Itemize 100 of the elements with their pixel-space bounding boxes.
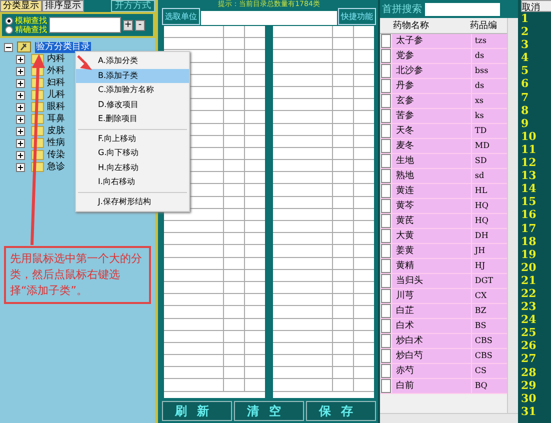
tree-item[interactable]: 外科	[47, 66, 65, 76]
row-checkbox[interactable]	[381, 139, 391, 153]
search-field[interactable]	[49, 17, 121, 33]
tree-item[interactable]: 妇科	[47, 78, 65, 88]
tree-toggle-icon[interactable]	[16, 102, 25, 112]
column-header[interactable]: 药物名称	[389, 19, 470, 32]
menu-item[interactable]: C.添加验方名称	[76, 83, 189, 98]
tree-toggle-icon[interactable]	[16, 162, 25, 172]
row-checkbox[interactable]	[381, 349, 391, 363]
row-checkbox[interactable]	[381, 229, 391, 243]
tree-item[interactable]: 性病	[47, 138, 65, 148]
search-label: 首拼搜索	[382, 2, 422, 16]
tree-toggle-icon[interactable]	[16, 114, 25, 124]
tree-item[interactable]: 儿科	[47, 90, 65, 100]
folder-tools-icon	[17, 41, 31, 53]
row-checkbox[interactable]	[381, 274, 391, 288]
row-checkbox[interactable]	[381, 319, 391, 333]
table-cell: CBS	[472, 349, 508, 363]
row-checkbox[interactable]	[381, 94, 391, 108]
prescription-mode-button[interactable]: 开方方式	[111, 0, 155, 12]
line-number: 14	[521, 182, 538, 196]
row-checkbox[interactable]	[381, 379, 391, 393]
tree-toggle-icon[interactable]	[16, 66, 25, 76]
menu-item[interactable]: A.添加分类	[76, 54, 189, 68]
expand-collapse-button[interactable]: +	[123, 20, 133, 30]
row-checkbox[interactable]	[381, 304, 391, 318]
table-cell: BS	[472, 319, 508, 333]
line-number: 31	[521, 404, 538, 418]
row-checkbox[interactable]	[381, 124, 391, 138]
radio-label: 模糊查找	[15, 16, 47, 25]
pinyin-search-field[interactable]	[425, 2, 500, 16]
tree-item[interactable]: 眼科	[47, 102, 65, 112]
menu-item[interactable]: H.向左移动	[76, 160, 189, 175]
row-checkbox[interactable]	[381, 79, 391, 93]
annotation-note: 先用鼠标选中第一个大的分类，然后点鼠标右键选择“添加子类”。	[4, 246, 151, 304]
unit-field[interactable]	[201, 11, 337, 25]
action-button[interactable]: 刷新	[162, 401, 232, 421]
row-checkbox[interactable]	[381, 64, 391, 78]
expand-collapse-button[interactable]: -	[135, 20, 145, 30]
tree-item[interactable]: 急诊	[47, 162, 65, 172]
table-cell: BQ	[472, 379, 508, 393]
action-button[interactable]: 清空	[234, 401, 304, 421]
table-cell: 炒白术	[392, 334, 472, 348]
action-button[interactable]: 保存	[306, 401, 376, 421]
row-checkbox[interactable]	[381, 244, 391, 258]
tree-item[interactable]: 耳鼻	[47, 114, 65, 124]
tree-toggle-icon[interactable]	[16, 150, 25, 160]
row-checkbox[interactable]	[381, 34, 391, 48]
select-unit-button[interactable]: 选取单位	[162, 8, 200, 25]
radio-button[interactable]	[5, 26, 13, 34]
menu-item[interactable]: D.修改项目	[76, 98, 189, 112]
table-cell: 熟地	[392, 169, 472, 183]
cancel-button[interactable]: 取消	[521, 0, 551, 12]
menu-item[interactable]: G.向下移动	[76, 146, 189, 160]
row-checkbox[interactable]	[381, 169, 391, 183]
table-cell: 丹参	[392, 79, 472, 93]
tree-item[interactable]: 皮肤	[47, 126, 65, 136]
row-checkbox[interactable]	[381, 259, 391, 273]
row-checkbox[interactable]	[381, 199, 391, 213]
shortcut-button[interactable]: 快捷功能	[338, 8, 376, 25]
tree-toggle-icon[interactable]	[16, 90, 25, 100]
tree-item[interactable]: 验方分类目录	[35, 42, 91, 52]
line-number: 26	[521, 339, 538, 352]
line-number: 8	[521, 104, 530, 117]
table-cell: DH	[472, 229, 508, 243]
line-number: 6	[521, 77, 530, 91]
table-cell: 北沙参	[392, 64, 472, 78]
tree-toggle-icon[interactable]	[16, 78, 25, 88]
row-checkbox[interactable]	[381, 109, 391, 123]
row-checkbox[interactable]	[381, 49, 391, 63]
tree-toggle-icon[interactable]	[16, 54, 25, 64]
row-checkbox[interactable]	[381, 154, 391, 168]
row-checkbox[interactable]	[381, 184, 391, 198]
table-cell: 黄芪	[392, 214, 472, 228]
tree-toggle-icon[interactable]	[4, 42, 13, 52]
tab[interactable]: 分类显示	[0, 0, 42, 12]
row-checkbox[interactable]	[381, 214, 391, 228]
tree-item[interactable]: 传染	[47, 150, 65, 160]
line-number: 24	[521, 313, 538, 326]
table-cell: ds	[472, 49, 508, 63]
tab[interactable]: 排序显示	[42, 0, 84, 12]
menu-item[interactable]: J.保存树形结构	[76, 194, 189, 209]
tree-item[interactable]: 内科	[47, 54, 65, 64]
menu-item[interactable]: I.向右移动	[76, 175, 189, 190]
table-cell: 太子参	[392, 34, 472, 48]
tree-toggle-icon[interactable]	[16, 126, 25, 136]
table-cell: MD	[472, 139, 508, 153]
column-header[interactable]: 药品编	[470, 19, 502, 32]
vertical-scrollbar[interactable]	[507, 18, 518, 414]
table-cell: TD	[472, 124, 508, 138]
radio-button[interactable]	[5, 16, 13, 24]
row-checkbox[interactable]	[381, 334, 391, 348]
tree-toggle-icon[interactable]	[16, 138, 25, 148]
menu-item[interactable]: E.删除项目	[76, 112, 189, 126]
menu-item[interactable]: B.添加子类	[76, 68, 189, 83]
table-cell: 黄精	[392, 259, 472, 273]
horizontal-scrollbar[interactable]	[380, 413, 518, 423]
menu-item[interactable]: F.向上移动	[76, 132, 189, 146]
row-checkbox[interactable]	[381, 289, 391, 303]
row-checkbox[interactable]	[381, 364, 391, 378]
